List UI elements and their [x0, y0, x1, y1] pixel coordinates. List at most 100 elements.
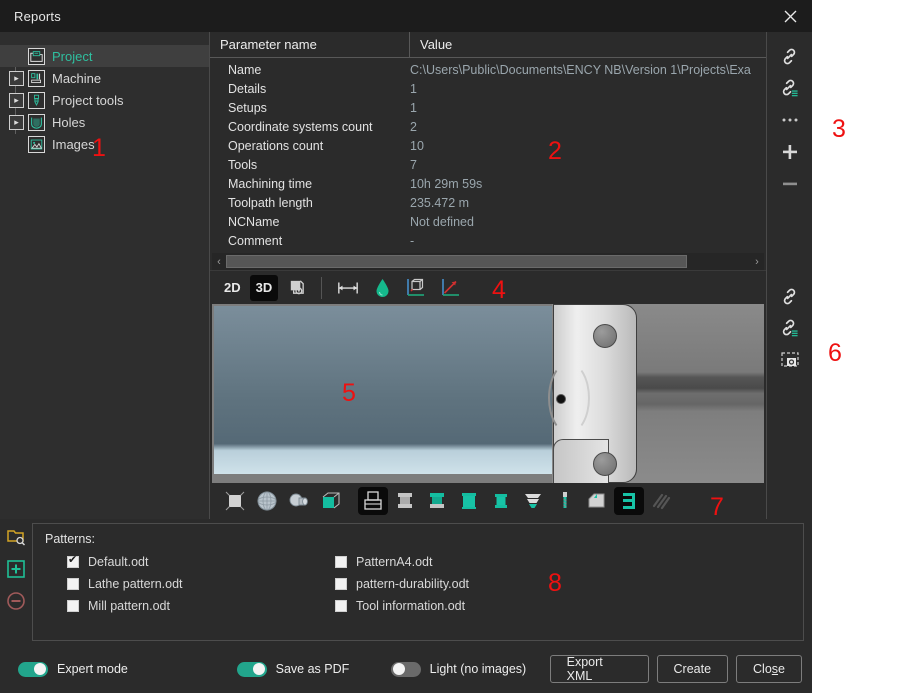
shaded-square-icon[interactable]	[220, 487, 250, 515]
tree-item-machine[interactable]: ▸ Machine	[0, 67, 209, 89]
snapshot-view-icon[interactable]	[281, 275, 312, 301]
param-value: -	[410, 234, 766, 248]
minus-icon[interactable]	[773, 168, 807, 200]
link-icon[interactable]	[773, 40, 807, 72]
toggle-switch-icon[interactable]	[391, 662, 421, 677]
param-name: Machining time	[210, 177, 410, 191]
holes-glyph	[30, 116, 43, 129]
param-value: 2	[410, 120, 766, 134]
checkbox-icon[interactable]	[335, 556, 347, 568]
viewport-arc-detail	[548, 362, 590, 434]
patterns-title: Patterns:	[45, 532, 791, 546]
solid-cube-glyph	[320, 490, 342, 512]
link-list-icon[interactable]	[773, 72, 807, 104]
browse-folder-icon[interactable]	[4, 525, 28, 549]
viewport-hole	[593, 452, 617, 476]
column-header-parameter-name[interactable]: Parameter name	[210, 32, 410, 57]
shaded-cones-icon[interactable]	[284, 487, 314, 515]
checkbox-icon[interactable]	[67, 556, 79, 568]
add-pattern-icon[interactable]	[4, 557, 28, 581]
view-3d-button[interactable]: 3D	[250, 275, 279, 301]
table-row[interactable]: Operations count 10	[210, 136, 766, 155]
project-folder-glyph	[30, 50, 43, 63]
stock-teal-icon[interactable]	[422, 487, 452, 515]
remove-pattern-icon[interactable]	[4, 589, 28, 613]
checkbox-icon[interactable]	[67, 600, 79, 612]
pattern-checkbox-durability[interactable]: pattern-durability.odt	[313, 577, 791, 591]
pattern-checkbox-tool-info[interactable]: Tool information.odt	[313, 599, 791, 613]
link-icon[interactable]	[773, 280, 807, 312]
checkbox-icon[interactable]	[335, 578, 347, 590]
table-row[interactable]: Details 1	[210, 79, 766, 98]
close-icon[interactable]	[768, 0, 812, 32]
scroll-left-arrow-icon[interactable]: ‹	[212, 256, 226, 268]
expand-arrow-icon[interactable]: ▸	[9, 93, 24, 108]
tree-item-images[interactable]: Images	[0, 133, 209, 155]
part-teal-icon[interactable]	[454, 487, 484, 515]
coolant-drop-icon[interactable]	[368, 275, 397, 301]
more-icon[interactable]	[773, 104, 807, 136]
chuck-teal-icon[interactable]	[518, 487, 548, 515]
tool-teal-icon[interactable]	[550, 487, 580, 515]
snapshot-view-glyph	[287, 278, 306, 297]
tree-item-holes[interactable]: ▸ Holes	[0, 111, 209, 133]
table-row[interactable]: NCName Not defined	[210, 212, 766, 231]
pattern-label: Mill pattern.odt	[88, 599, 170, 613]
model-viewport[interactable]	[212, 304, 764, 483]
axis-vector-icon[interactable]	[435, 275, 467, 301]
create-button[interactable]: Create	[657, 655, 729, 683]
toggle-switch-icon[interactable]	[237, 662, 267, 677]
export-xml-button[interactable]: Export XML	[550, 655, 649, 683]
wireframe-sphere-icon[interactable]	[252, 487, 282, 515]
tree-item-label: Machine	[52, 71, 101, 86]
tree-item-project-tools[interactable]: ▸ Project tools	[0, 89, 209, 111]
table-row[interactable]: Machining time 10h 29m 59s	[210, 174, 766, 193]
checkbox-icon[interactable]	[335, 600, 347, 612]
viewport-screw	[556, 394, 566, 404]
scrollbar-thumb[interactable]	[226, 255, 687, 268]
tree-item-project[interactable]: Project	[0, 45, 209, 67]
workpiece-icon[interactable]	[582, 487, 612, 515]
expand-arrow-icon[interactable]: ▸	[9, 115, 24, 130]
view-toolbar: 2D 3D	[210, 270, 766, 304]
pattern-checkbox-default[interactable]: Default.odt	[45, 555, 313, 569]
table-row[interactable]: Toolpath length 235.472 m	[210, 193, 766, 212]
viewport-hole	[593, 324, 617, 348]
pattern-label: Lathe pattern.odt	[88, 577, 183, 591]
toggle-switch-icon[interactable]	[18, 662, 48, 677]
fixture-gray-icon[interactable]	[390, 487, 420, 515]
table-row[interactable]: Setups 1	[210, 98, 766, 117]
hatch-disabled-icon[interactable]	[646, 487, 676, 515]
dimension-icon[interactable]	[331, 275, 365, 301]
machine-body-icon[interactable]	[358, 487, 388, 515]
light-no-images-toggle[interactable]: Light (no images)	[391, 662, 550, 677]
param-value: 10h 29m 59s	[410, 177, 766, 191]
table-horizontal-scrollbar[interactable]: ‹ ›	[212, 253, 764, 270]
blank-teal-icon[interactable]	[486, 487, 516, 515]
table-row[interactable]: Name C:\Users\Public\Documents\ENCY NB\V…	[210, 60, 766, 79]
select-region-icon[interactable]	[773, 344, 807, 376]
expand-arrow-icon[interactable]: ▸	[9, 71, 24, 86]
table-row[interactable]: Comment -	[210, 231, 766, 250]
pattern-checkbox-lathe[interactable]: Lathe pattern.odt	[45, 577, 313, 591]
close-button[interactable]: Close	[736, 655, 802, 683]
pattern-checkbox-patterna4[interactable]: PatternA4.odt	[313, 555, 791, 569]
expert-mode-toggle[interactable]: Expert mode	[18, 662, 237, 677]
add-pattern-glyph	[6, 559, 26, 579]
view-2d-button[interactable]: 2D	[218, 275, 247, 301]
tree-item-label: Holes	[52, 115, 85, 130]
table-row[interactable]: Tools 7	[210, 155, 766, 174]
scrollbar-track[interactable]	[226, 255, 750, 268]
plus-icon[interactable]	[773, 136, 807, 168]
bounding-box-icon[interactable]	[400, 275, 432, 301]
solid-cube-icon[interactable]	[316, 487, 346, 515]
column-header-value[interactable]: Value	[410, 32, 766, 57]
toggle-label: Save as PDF	[276, 662, 350, 676]
checkbox-icon[interactable]	[67, 578, 79, 590]
pattern-checkbox-mill[interactable]: Mill pattern.odt	[45, 599, 313, 613]
table-row[interactable]: Coordinate systems count 2	[210, 117, 766, 136]
toolpath-teal-icon[interactable]	[614, 487, 644, 515]
scroll-right-arrow-icon[interactable]: ›	[750, 256, 764, 268]
link-list-icon[interactable]	[773, 312, 807, 344]
save-as-pdf-toggle[interactable]: Save as PDF	[237, 662, 391, 677]
